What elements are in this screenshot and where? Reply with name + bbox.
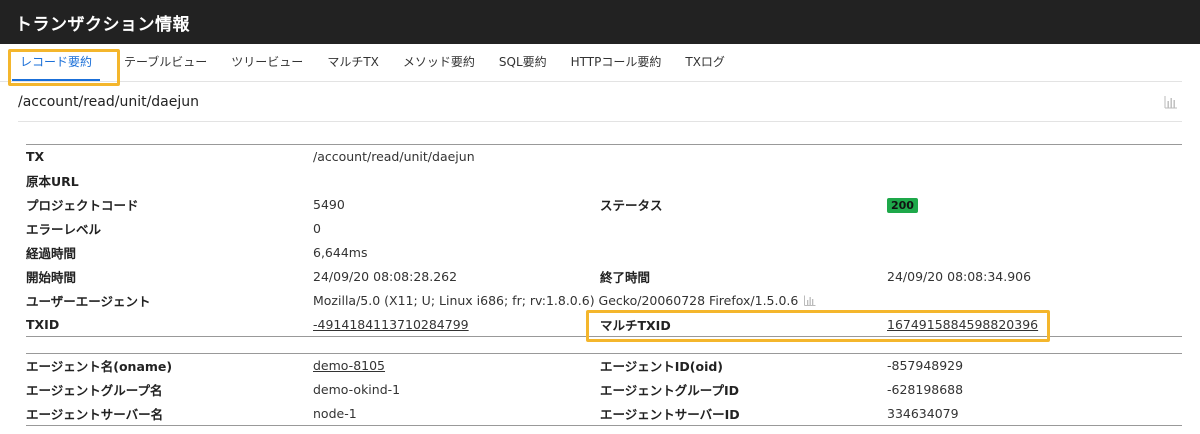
project-code-label: プロジェクトコード [26,198,139,213]
agent-server-name-value: node-1 [313,405,357,421]
error-level-label: エラーレベル [26,222,102,237]
window-title: トランザクション情報 [15,14,190,35]
agent-table: エージェント名(oname) demo-8105 エージェントID(oid) -… [26,353,1182,426]
txid-cell: -4914184113710284799 [313,313,600,337]
tab-http-call-summary[interactable]: HTTPコール要約 [571,43,662,81]
table-row: TX /account/read/unit/daejun [26,145,1182,169]
elapsed-label: 経過時間 [26,246,77,261]
txid-label: TXID [26,316,60,332]
agent-name-cell: demo-8105 [313,354,600,378]
user-agent-value: Mozilla/5.0 (X11; U; Linux i686; fr; rv:… [313,293,799,308]
table-row: プロジェクトコード 5490 ステータス 200 [26,193,1182,217]
agent-group-id-label: エージェントグループID [600,383,740,398]
table-row: TXID -4914184113710284799 マルチTXID 167491… [26,313,1182,337]
agent-group-name-value: demo-okind-1 [313,382,401,397]
tab-tx-log[interactable]: TXログ [685,43,725,81]
record-summary-section: TX /account/read/unit/daejun 原本URL プロジェク… [26,144,1182,342]
user-agent-label: ユーザーエージェント [26,294,151,309]
table-row: エージェント名(oname) demo-8105 エージェントID(oid) -… [26,354,1182,378]
tab-multi-tx[interactable]: マルチTX [327,43,379,81]
record-table: TX /account/read/unit/daejun 原本URL プロジェク… [26,144,1182,337]
tab-tree-view[interactable]: ツリービュー [231,43,303,81]
agent-group-id-value: -628198688 [887,382,964,397]
status-label: ステータス [600,198,663,213]
table-row: エラーレベル 0 [26,217,1182,241]
start-time-label: 開始時間 [26,270,77,285]
agent-id-label: エージェントID(oid) [600,359,724,375]
tab-method-summary[interactable]: メソッド要約 [403,43,475,81]
table-row: 開始時間 24/09/20 08:08:28.262 終了時間 24/09/20… [26,265,1182,289]
bar-chart-icon[interactable] [1164,95,1178,109]
table-row: 経過時間 6,644ms [26,241,1182,265]
end-time-label: 終了時間 [600,270,651,285]
tab-sql-summary[interactable]: SQL要約 [499,43,547,81]
agent-info-section: エージェント名(oname) demo-8105 エージェントID(oid) -… [26,353,1182,426]
agent-id-value: -857948929 [887,358,964,374]
path-header: /account/read/unit/daejun [18,82,1182,122]
tab-record-summary[interactable]: レコード要約 [12,43,101,81]
table-row: 原本URL [26,169,1182,193]
agent-server-id-label: エージェントサーバーID [600,406,740,422]
user-agent-cell: Mozilla/5.0 (X11; U; Linux i686; fr; rv:… [313,289,1182,313]
tx-value: /account/read/unit/daejun [313,149,475,165]
elapsed-value: 6,644ms [313,245,368,260]
agent-name-label: エージェント名(oname) [26,359,173,375]
tab-table-view[interactable]: テーブルビュー [124,43,207,81]
agent-name-link[interactable]: demo-8105 [313,358,385,373]
bar-chart-icon[interactable] [804,295,816,306]
multi-txid-cell: 1674915884598820396 [887,313,1182,337]
error-level-value: 0 [313,221,321,236]
table-row: ユーザーエージェント Mozilla/5.0 (X11; U; Linux i6… [26,289,1182,313]
original-url-value [313,169,1182,193]
tx-path: /account/read/unit/daejun [18,93,200,110]
agent-server-name-label: エージェントサーバー名 [26,406,164,422]
original-url-label: 原本URL [26,174,79,189]
tx-label: TX [26,149,45,165]
project-code-value: 5490 [313,197,345,212]
tab-bar: レコード要約 テーブルビュー ツリービュー マルチTX メソッド要約 SQL要約… [0,43,1182,86]
agent-group-name-label: エージェントグループ名 [26,383,163,398]
status-badge: 200 [887,197,918,213]
agent-server-id-value: 334634079 [887,405,959,421]
end-time-value: 24/09/20 08:08:34.906 [887,269,1032,284]
txid-link[interactable]: -4914184113710284799 [313,317,469,332]
multi-txid-label: マルチTXID [600,317,671,333]
start-time-value: 24/09/20 08:08:28.262 [313,269,458,284]
multi-txid-link[interactable]: 1674915884598820396 [887,317,1038,332]
table-row: エージェントサーバー名 node-1 エージェントサーバーID 33463407… [26,402,1182,426]
title-bar: トランザクション情報 [0,0,1200,44]
table-row: エージェントグループ名 demo-okind-1 エージェントグループID -6… [26,378,1182,402]
status-cell: 200 [887,193,1182,217]
